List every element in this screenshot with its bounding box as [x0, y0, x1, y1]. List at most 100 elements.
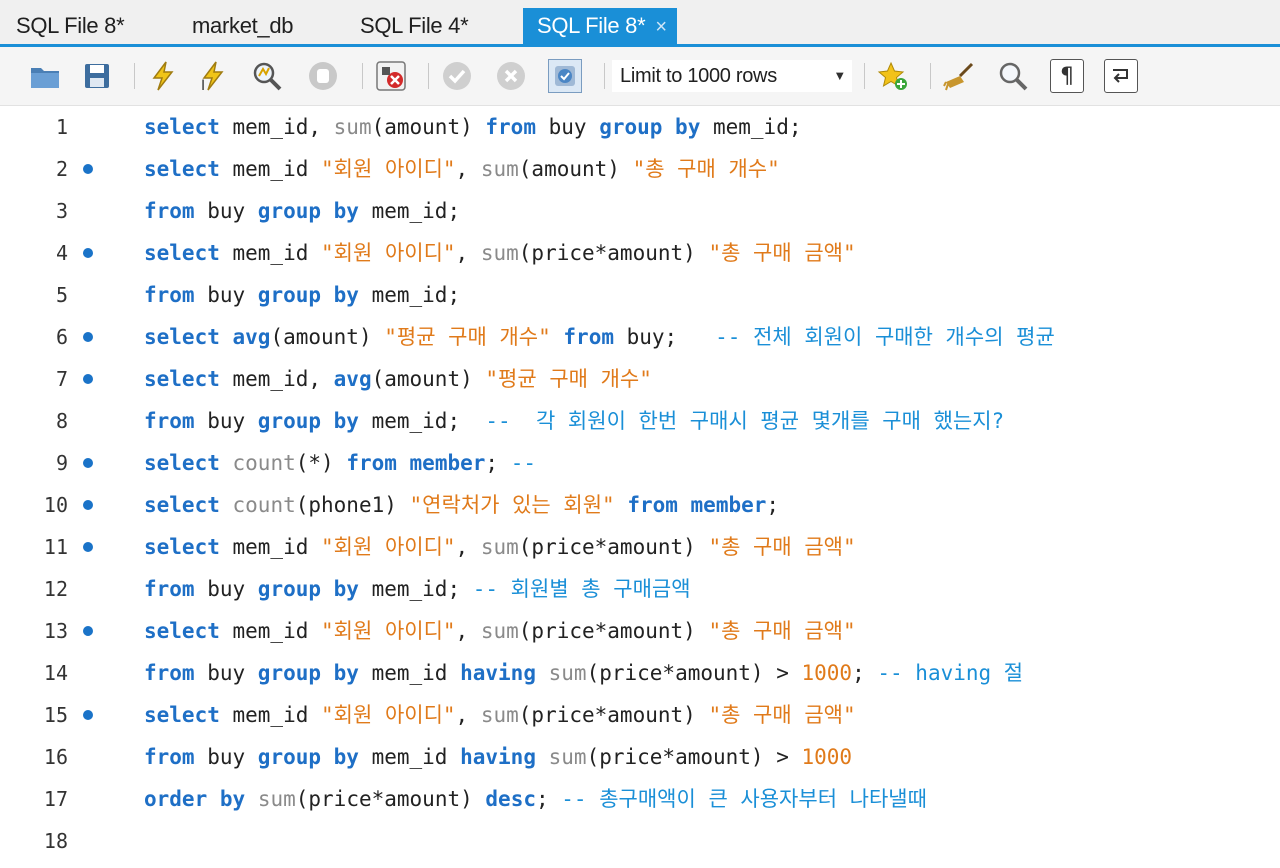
sql-keyword: having	[460, 661, 536, 685]
statement-marker-icon[interactable]	[83, 374, 93, 384]
sql-keyword: from	[144, 745, 195, 769]
toggle-error-icon[interactable]	[374, 59, 408, 93]
sql-comment: -- 총구매액이 큰 사용자부터 나타낼때	[561, 787, 927, 811]
code-text[interactable]: from buy group by mem_id; -- 각 회원이 한번 구매…	[144, 400, 1004, 442]
statement-marker-icon[interactable]	[83, 164, 93, 174]
beautify-icon[interactable]	[942, 59, 976, 93]
code-line[interactable]: 9 select count(*) from member; --	[0, 442, 1280, 484]
execute-current-icon[interactable]: I	[196, 59, 230, 93]
code-text[interactable]: select mem_id "회원 아이디", sum(price*amount…	[144, 610, 856, 652]
code-text[interactable]: select count(phone1) "연락처가 있는 회원" from m…	[144, 484, 779, 526]
code-line[interactable]: 15 select mem_id "회원 아이디", sum(price*amou…	[0, 694, 1280, 736]
sql-function: sum	[480, 535, 519, 559]
code-line[interactable]: 18	[0, 820, 1280, 862]
code-text[interactable]: select avg(amount) "평균 구매 개수" from buy; …	[144, 316, 1055, 358]
sql-comment: -- 회원별 총 구매금액	[472, 577, 691, 601]
code-line[interactable]: 11 select mem_id "회원 아이디", sum(price*amou…	[0, 526, 1280, 568]
sql-function: count	[232, 451, 296, 475]
sql-string: "회원 아이디"	[321, 157, 456, 181]
tab-sql-file-4[interactable]: SQL File 4*	[360, 8, 469, 46]
code-line[interactable]: 7 select mem_id, avg(amount) "평균 구매 개수"	[0, 358, 1280, 400]
code-line[interactable]: 6 select avg(amount) "평균 구매 개수" from buy;…	[0, 316, 1280, 358]
sql-comment: --	[510, 451, 536, 475]
code-text[interactable]: select mem_id, sum(amount) from buy grou…	[144, 106, 802, 148]
statement-marker-icon[interactable]	[83, 500, 93, 510]
open-folder-icon[interactable]	[28, 59, 62, 93]
sql-string: "회원 아이디"	[321, 535, 456, 559]
statement-marker-icon[interactable]	[83, 248, 93, 258]
autocommit-icon[interactable]	[548, 59, 582, 93]
line-number: 11	[43, 535, 68, 559]
code-line[interactable]: 16 from buy group by mem_id having sum(pr…	[0, 736, 1280, 778]
rollback-icon[interactable]	[494, 59, 528, 93]
stop-icon[interactable]	[306, 59, 340, 93]
sql-text: mem_id;	[358, 283, 461, 307]
toolbar-separator	[134, 63, 135, 89]
code-line[interactable]: 4 select mem_id "회원 아이디", sum(price*amoun…	[0, 232, 1280, 274]
code-line[interactable]: 5 from buy group by mem_id;	[0, 274, 1280, 316]
tab-sql-file-8-active[interactable]: SQL File 8* ×	[523, 8, 677, 46]
code-text[interactable]: select mem_id, avg(amount) "평균 구매 개수"	[144, 358, 652, 400]
code-text[interactable]: from buy group by mem_id;	[144, 274, 460, 316]
statement-marker-icon[interactable]	[83, 710, 93, 720]
code-line[interactable]: 3 from buy group by mem_id;	[0, 190, 1280, 232]
code-text[interactable]: from buy group by mem_id having sum(pric…	[144, 652, 1023, 694]
statement-marker-icon[interactable]	[83, 458, 93, 468]
sql-keyword: select	[144, 451, 220, 475]
code-line[interactable]: 17 order by sum(price*amount) desc; -- 총구…	[0, 778, 1280, 820]
tab-sql-file-8-first[interactable]: SQL File 8*	[16, 8, 125, 46]
code-text[interactable]: select mem_id "회원 아이디", sum(price*amount…	[144, 694, 856, 736]
sql-keyword: select	[144, 241, 220, 265]
sql-number: 1000	[801, 745, 853, 769]
save-icon[interactable]	[80, 59, 114, 93]
statement-marker-icon[interactable]	[83, 626, 93, 636]
sql-text: (price*amount)	[518, 535, 709, 559]
sql-editor[interactable]: 1 select mem_id, sum(amount) from buy gro…	[0, 106, 1280, 868]
limit-rows-select[interactable]: Limit to 1000 rows ▼	[612, 60, 852, 92]
code-line[interactable]: 13 select mem_id "회원 아이디", sum(price*amou…	[0, 610, 1280, 652]
wrap-lines-icon[interactable]	[1104, 59, 1138, 93]
sql-keyword: having	[460, 745, 536, 769]
invisible-chars-icon[interactable]: ¶	[1050, 59, 1084, 93]
code-line[interactable]: 1 select mem_id, sum(amount) from buy gro…	[0, 106, 1280, 148]
sql-keyword: select	[144, 115, 220, 139]
code-text[interactable]: from buy group by mem_id having sum(pric…	[144, 736, 852, 778]
code-text[interactable]: from buy group by mem_id;	[144, 190, 460, 232]
statement-marker-icon[interactable]	[83, 542, 93, 552]
close-icon[interactable]: ×	[655, 9, 667, 45]
sql-text: buy	[194, 745, 258, 769]
sql-text: (price*amount) >	[586, 661, 802, 685]
toolbar-separator	[604, 63, 605, 89]
sql-text: buy	[194, 661, 258, 685]
execute-icon[interactable]	[146, 59, 180, 93]
sql-text: (*)	[295, 451, 347, 475]
commit-icon[interactable]	[440, 59, 474, 93]
tab-label: market_db	[192, 13, 294, 38]
statement-marker-icon[interactable]	[83, 332, 93, 342]
code-text[interactable]: order by sum(price*amount) desc; -- 총구매액…	[144, 778, 927, 820]
sql-keyword: group by	[599, 115, 701, 139]
code-line[interactable]: 8 from buy group by mem_id; -- 각 회원이 한번 구…	[0, 400, 1280, 442]
find-icon[interactable]	[996, 59, 1030, 93]
explain-icon[interactable]	[250, 59, 284, 93]
code-text[interactable]: select mem_id "회원 아이디", sum(price*amount…	[144, 526, 856, 568]
sql-keyword: group by	[257, 409, 359, 433]
add-snippet-icon[interactable]	[876, 59, 910, 93]
code-line[interactable]: 12 from buy group by mem_id; -- 회원별 총 구매금…	[0, 568, 1280, 610]
sql-function: sum	[333, 115, 372, 139]
tab-bar: SQL File 8* market_db SQL File 4* SQL Fi…	[0, 0, 1280, 47]
code-text[interactable]: select count(*) from member; --	[144, 442, 536, 484]
code-text[interactable]: from buy group by mem_id; -- 회원별 총 구매금액	[144, 568, 691, 610]
code-line[interactable]: 2 select mem_id "회원 아이디", sum(amount) "총 …	[0, 148, 1280, 190]
line-number: 9	[55, 451, 68, 475]
sql-text: buy	[194, 283, 258, 307]
code-line[interactable]: 10 select count(phone1) "연락처가 있는 회원" from…	[0, 484, 1280, 526]
code-text[interactable]: select mem_id "회원 아이디", sum(price*amount…	[144, 232, 856, 274]
code-line[interactable]: 14 from buy group by mem_id having sum(pr…	[0, 652, 1280, 694]
sql-function: sum	[257, 787, 296, 811]
tab-market-db[interactable]: market_db	[192, 8, 294, 46]
code-text[interactable]: select mem_id "회원 아이디", sum(amount) "총 구…	[144, 148, 780, 190]
sql-string: "평균 구매 개수"	[485, 367, 652, 391]
chevron-down-icon: ▼	[833, 68, 846, 83]
